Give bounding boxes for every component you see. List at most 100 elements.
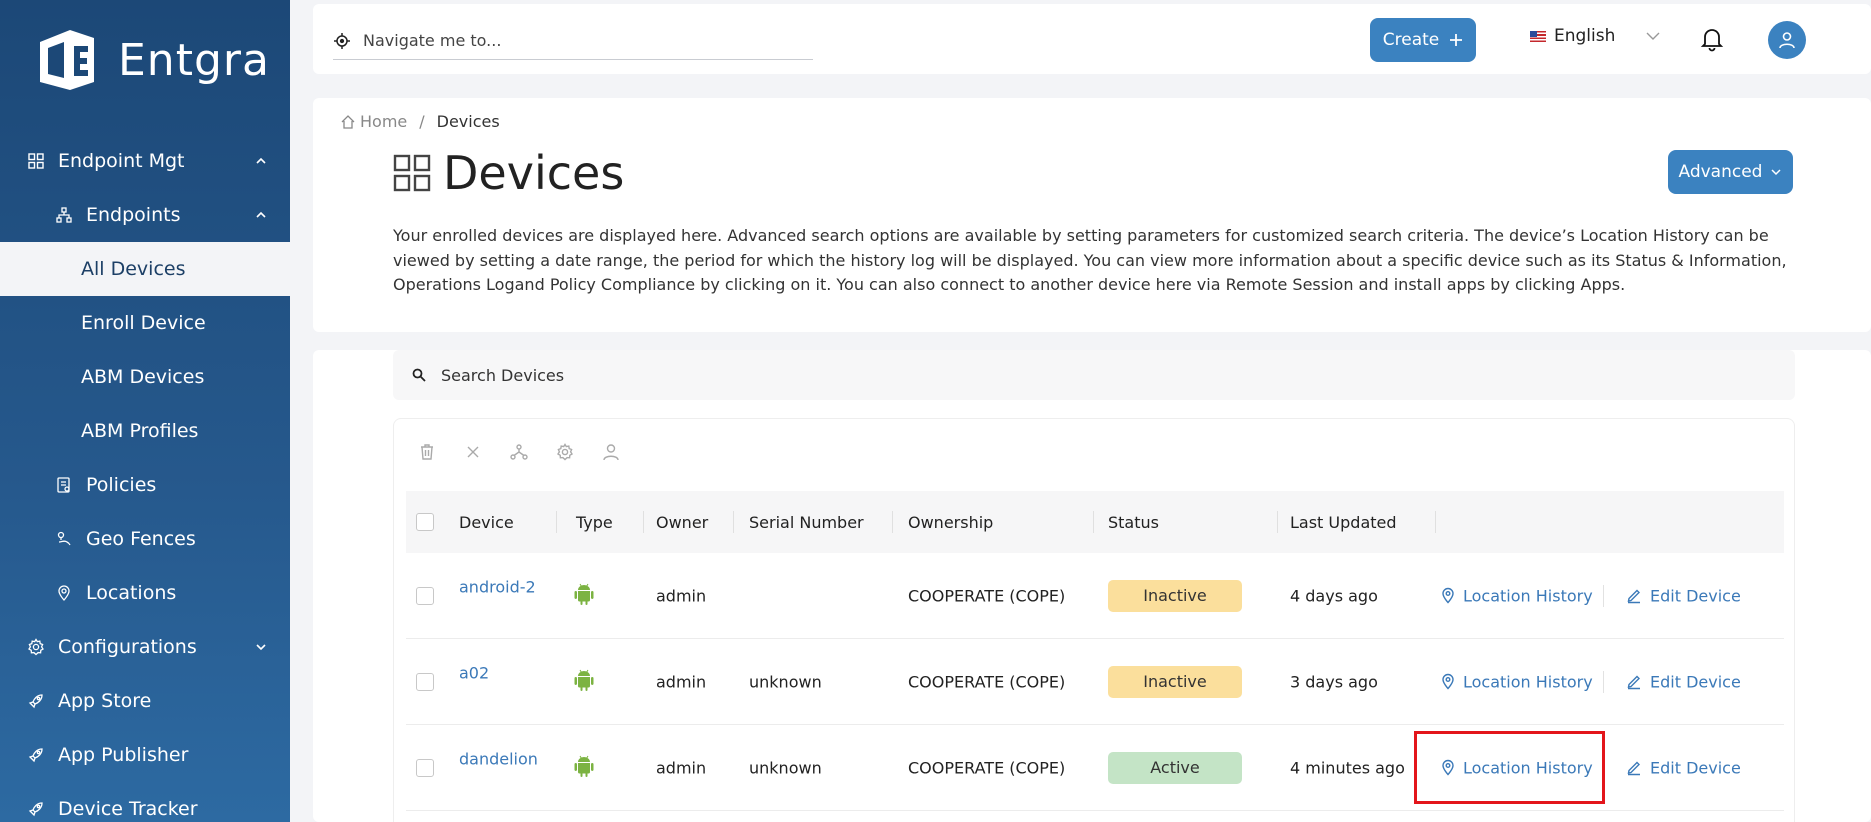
edit-device-link[interactable]: Edit Device [1626,672,1741,691]
sidebar-item-label: Locations [86,582,177,604]
create-button[interactable]: Create [1370,18,1476,62]
action-divider [1603,584,1604,607]
serial-cell: unknown [749,758,822,777]
breadcrumb-current: Devices [436,112,500,131]
sidebar-item-abm-profiles[interactable]: ABM Profiles [0,404,290,458]
sidebar-item-label: Endpoints [86,204,181,226]
location-pin-icon [1442,673,1454,690]
serial-cell: unknown [749,672,822,691]
action-divider [1603,670,1604,693]
sidebar-item-enroll-device[interactable]: Enroll Device [0,296,290,350]
col-status[interactable]: Status [1108,509,1278,535]
status-badge: Active [1108,751,1242,784]
device-link[interactable]: android-2 [459,578,536,597]
location-history-link[interactable]: Location History [1441,586,1593,605]
edit-icon [1627,589,1640,604]
table-row[interactable]: a02 admin unknown COOPERATE (COPE) Inact… [406,639,1784,725]
table-header: Device Type Owner Serial Number Ownershi… [406,491,1784,553]
device-link[interactable]: a02 [459,664,489,683]
sidebar-item-endpoints[interactable]: Endpoints [0,188,290,242]
gear-icon [26,637,46,657]
language-selector[interactable]: English [1530,26,1661,46]
chevron-up-icon [256,211,266,218]
android-icon [574,583,594,609]
sidebar-item-label: Geo Fences [86,528,196,550]
col-device-label: Device [459,512,514,532]
brand-logo[interactable]: Entgra [30,24,270,96]
crosshair-icon [334,32,350,49]
search-devices-input[interactable] [441,365,1741,385]
ownership-cell: COOPERATE (COPE) [908,672,1066,691]
row-checkbox[interactable] [416,586,434,605]
android-icon [574,669,594,695]
delete-icon[interactable] [416,441,438,463]
sidebar-item-locations[interactable]: Locations [0,566,290,620]
rocket-icon [26,799,46,819]
row-checkbox[interactable] [416,758,434,777]
home-icon [341,114,355,129]
advanced-button[interactable]: Advanced [1668,150,1793,194]
status-badge: Inactive [1108,579,1242,612]
hierarchy-icon [54,205,74,225]
rocket-icon [26,745,46,765]
col-ownership[interactable]: Ownership [908,509,1094,535]
col-last-updated[interactable]: Last Updated [1290,509,1436,535]
sidebar: Entgra Endpoint Mgt Endpoints All Device… [0,0,290,822]
ownership-cell: COOPERATE (COPE) [908,758,1066,777]
sidebar-item-app-store[interactable]: App Store [0,674,290,728]
owner-cell: admin [656,758,707,777]
advanced-label: Advanced [1678,162,1763,182]
breadcrumb-home[interactable]: Home [360,112,407,131]
breadcrumb: Home / Devices [340,112,500,131]
grid-icon [26,151,46,171]
edit-device-label: Edit Device [1650,672,1741,691]
status-badge: Inactive [1108,665,1242,698]
edit-device-label: Edit Device [1650,758,1741,777]
create-label: Create [1382,30,1440,50]
devices-panel: Device Type Owner Serial Number Ownershi… [313,350,1871,822]
table-row[interactable]: android-2 admin COOPERATE (COPE) Inactiv… [406,553,1784,639]
sidebar-item-configurations[interactable]: Configurations [0,620,290,674]
edit-device-link[interactable]: Edit Device [1626,758,1741,777]
edit-device-link[interactable]: Edit Device [1626,586,1741,605]
edit-device-label: Edit Device [1650,586,1741,605]
sidebar-item-all-devices[interactable]: All Devices [0,242,290,296]
sidebar-item-app-publisher[interactable]: App Publisher [0,728,290,782]
chevron-down-icon [256,644,266,651]
table-toolbar [416,441,622,463]
col-type-label: Type [576,512,613,532]
devices-table: Device Type Owner Serial Number Ownershi… [393,418,1795,822]
policy-icon [54,475,74,495]
sidebar-item-abm-devices[interactable]: ABM Devices [0,350,290,404]
last-updated-cell: 4 minutes ago [1290,758,1405,777]
us-flag-icon [1530,30,1546,42]
group-icon[interactable] [508,441,530,463]
entgra-logo-icon [40,30,94,90]
col-type[interactable]: Type [576,509,644,535]
device-link[interactable]: dandelion [459,750,538,769]
user-avatar[interactable] [1768,21,1806,59]
sidebar-item-geo-fences[interactable]: Geo Fences [0,512,290,566]
user-icon[interactable] [600,441,622,463]
sidebar-item-endpoint-mgt[interactable]: Endpoint Mgt [0,134,290,188]
plus-icon [1450,34,1463,46]
col-serial[interactable]: Serial Number [749,509,893,535]
gear-icon[interactable] [554,441,576,463]
geofence-icon [54,529,74,549]
chevron-down-icon [1771,169,1782,176]
location-history-link[interactable]: Location History [1441,672,1593,691]
sidebar-item-policies[interactable]: Policies [0,458,290,512]
sidebar-item-label: ABM Devices [81,366,205,388]
sidebar-item-label: ABM Profiles [81,420,199,442]
col-device[interactable]: Device [459,509,557,535]
col-serial-label: Serial Number [749,512,864,532]
col-owner[interactable]: Owner [656,509,734,535]
bell-icon[interactable] [1699,26,1725,52]
row-checkbox[interactable] [416,672,434,691]
close-icon[interactable] [462,441,484,463]
owner-cell: admin [656,586,707,605]
navigate-input[interactable] [363,31,783,50]
sidebar-item-device-tracker[interactable]: Device Tracker [0,782,290,822]
table-row[interactable]: dandelion admin unknown COOPERATE (COPE)… [406,725,1784,811]
select-all-checkbox[interactable] [416,513,434,531]
